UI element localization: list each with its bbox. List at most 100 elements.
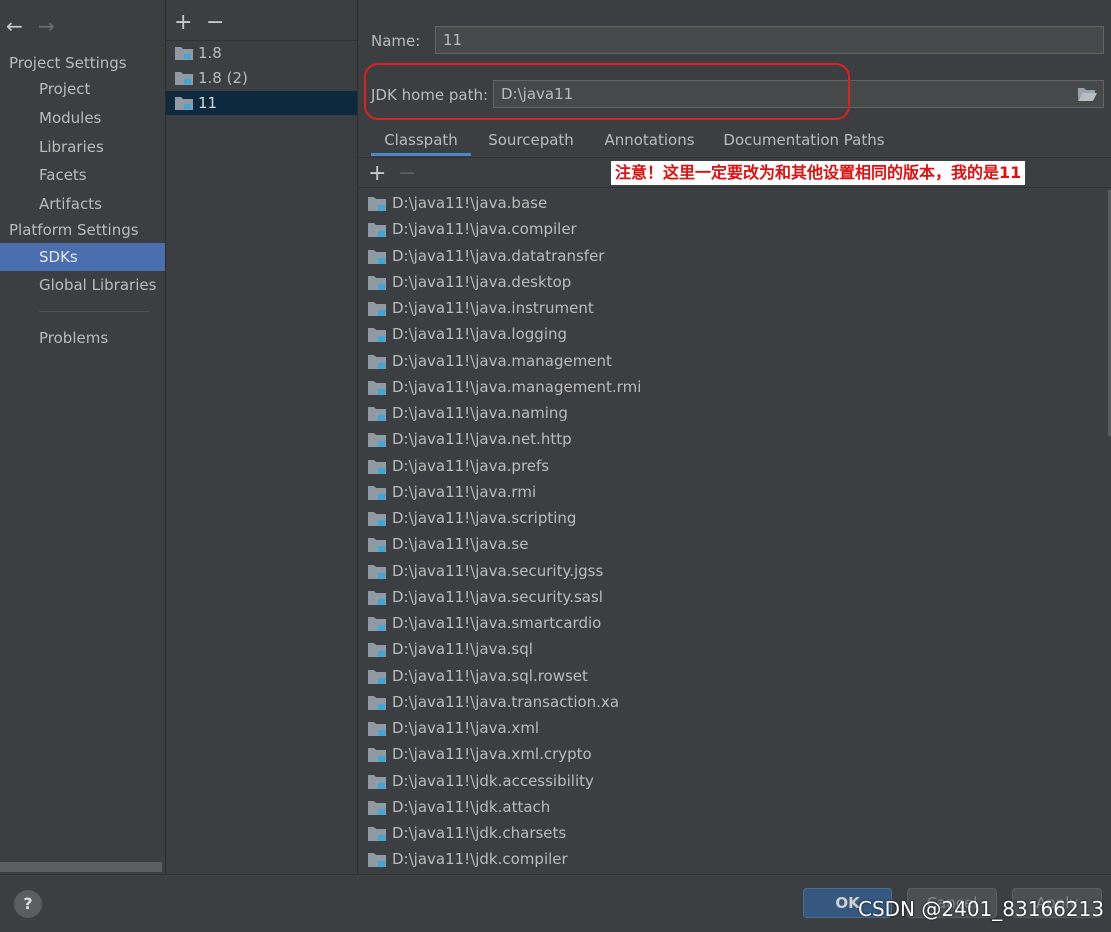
classpath-row[interactable]: D:\java11!\java.management.rmi	[367, 374, 641, 400]
jdk-home-path-field[interactable]	[493, 80, 1104, 108]
tab-annotations[interactable]: Annotations	[597, 129, 702, 156]
classpath-row-label: D:\java11!\java.desktop	[392, 273, 572, 291]
remove-sdk-button[interactable]: −	[206, 12, 224, 34]
cancel-button[interactable]: Cancel	[907, 888, 997, 918]
sidebar-item-project[interactable]: Project	[0, 75, 165, 103]
module-folder-icon	[368, 538, 386, 552]
apply-button[interactable]: Apply	[1012, 888, 1102, 918]
sidebar-item-artifacts[interactable]: Artifacts	[0, 190, 165, 218]
classpath-row[interactable]: D:\java11!\java.xml	[367, 715, 539, 741]
classpath-row[interactable]: D:\java11!\java.compiler	[367, 216, 577, 242]
module-folder-icon	[368, 433, 386, 447]
sidebar-item-modules[interactable]: Modules	[0, 104, 165, 132]
module-folder-icon	[368, 801, 386, 815]
classpath-row-label: D:\java11!\java.base	[392, 194, 548, 212]
name-label: Name:	[371, 32, 421, 50]
sidebar-item-problems[interactable]: Problems	[0, 324, 165, 352]
column-divider	[357, 0, 358, 874]
classpath-row[interactable]: D:\java11!\jdk.compiler	[367, 846, 568, 872]
sdk-item[interactable]: 1.8 (2)	[166, 66, 357, 90]
arrow-left-icon[interactable]: ←	[6, 16, 23, 36]
add-classpath-button[interactable]: +	[368, 161, 386, 186]
classpath-row-label: D:\java11!\java.instrument	[392, 299, 594, 317]
module-folder-icon	[368, 748, 386, 762]
classpath-row[interactable]: D:\java11!\java.logging	[367, 321, 567, 347]
classpath-row[interactable]: D:\java11!\java.se	[367, 531, 528, 557]
classpath-row-label: D:\java11!\java.rmi	[392, 483, 537, 501]
classpath-row[interactable]: D:\java11!\java.xml.crypto	[367, 741, 592, 767]
classpath-row[interactable]: D:\java11!\java.desktop	[367, 269, 571, 295]
classpath-row-label: D:\java11!\java.net.http	[392, 430, 572, 448]
module-folder-icon	[368, 670, 386, 684]
sdk-item-selected[interactable]: 11	[166, 91, 357, 115]
classpath-toolbar-divider	[358, 187, 1111, 188]
classpath-row[interactable]: D:\java11!\java.sql	[367, 636, 533, 662]
classpath-row[interactable]: D:\java11!\java.prefs	[367, 453, 549, 479]
arrow-right-icon[interactable]: →	[38, 16, 55, 36]
name-field[interactable]	[435, 26, 1104, 54]
module-folder-icon	[368, 722, 386, 736]
module-folder-icon	[368, 643, 386, 657]
classpath-row-label: D:\java11!\java.sql.rowset	[392, 667, 588, 685]
platform-settings-header: Platform Settings	[9, 221, 139, 239]
classpath-row-label: D:\java11!\java.smartcardio	[392, 614, 602, 632]
classpath-row-label: D:\java11!\java.transaction.xa	[392, 693, 620, 711]
classpath-row[interactable]: D:\java11!\java.datatransfer	[367, 243, 604, 269]
module-folder-icon	[368, 512, 386, 526]
classpath-row-label: D:\java11!\java.sql	[392, 640, 533, 658]
classpath-row-label: D:\java11!\java.security.jgss	[392, 562, 604, 580]
classpath-row-label: D:\java11!\java.logging	[392, 325, 568, 343]
classpath-row-label: D:\java11!\java.xml	[392, 719, 540, 737]
classpath-row-label: D:\java11!\java.prefs	[392, 457, 550, 475]
classpath-row[interactable]: D:\java11!\java.transaction.xa	[367, 689, 619, 715]
sidebar-horizontal-scrollbar[interactable]	[0, 862, 162, 872]
module-folder-icon	[368, 302, 386, 316]
classpath-row[interactable]: D:\java11!\java.instrument	[367, 295, 594, 321]
folder-open-icon[interactable]	[1077, 86, 1097, 102]
ok-button[interactable]: OK	[803, 888, 892, 918]
classpath-row[interactable]: D:\java11!\java.sql.rowset	[367, 663, 588, 689]
module-folder-icon	[368, 197, 386, 211]
classpath-row-label: D:\java11!\java.compiler	[392, 220, 577, 238]
module-folder-icon	[368, 775, 386, 789]
classpath-row[interactable]: D:\java11!\java.security.jgss	[367, 558, 603, 584]
sidebar-item-global-libraries[interactable]: Global Libraries	[0, 271, 165, 299]
module-folder-icon	[368, 223, 386, 237]
classpath-row[interactable]: D:\java11!\java.base	[367, 190, 547, 216]
module-folder-icon	[368, 250, 386, 264]
tab-classpath[interactable]: Classpath	[371, 129, 471, 156]
classpath-row-label: D:\java11!\java.se	[392, 535, 529, 553]
module-folder-icon	[368, 460, 386, 474]
classpath-row-label: D:\java11!\jdk.compiler	[392, 850, 568, 868]
jdk-folder-icon	[175, 97, 193, 110]
remove-classpath-button[interactable]: −	[398, 161, 416, 186]
sidebar-item-libraries[interactable]: Libraries	[0, 133, 165, 161]
add-sdk-button[interactable]: +	[174, 12, 192, 34]
settings-sidebar: ← → Project Settings Project Modules Lib…	[0, 0, 165, 874]
jdk-home-path-label: JDK home path:	[371, 86, 489, 104]
classpath-row[interactable]: D:\java11!\java.scripting	[367, 505, 576, 531]
annotation-note: 注意！这里一定要改为和其他设置相同的版本，我的是11	[611, 161, 1026, 185]
sdk-list-pane: + − 1.8 1.8 (2) 11	[166, 0, 357, 874]
module-folder-icon	[368, 355, 386, 369]
classpath-row[interactable]: D:\java11!\java.management	[367, 348, 612, 374]
tab-documentation-paths[interactable]: Documentation Paths	[718, 129, 890, 156]
classpath-row[interactable]: D:\java11!\jdk.charsets	[367, 820, 566, 846]
classpath-row-label: D:\java11!\java.datatransfer	[392, 247, 605, 265]
sidebar-item-sdks[interactable]: SDKs	[0, 243, 165, 271]
classpath-row[interactable]: D:\java11!\java.rmi	[367, 479, 536, 505]
classpath-row[interactable]: D:\java11!\java.net.http	[367, 426, 572, 452]
classpath-row[interactable]: D:\java11!\jdk.attach	[367, 794, 550, 820]
module-folder-icon	[368, 565, 386, 579]
tab-sourcepath[interactable]: Sourcepath	[482, 129, 580, 156]
classpath-row[interactable]: D:\java11!\java.naming	[367, 400, 568, 426]
classpath-row[interactable]: D:\java11!\java.smartcardio	[367, 610, 601, 636]
module-folder-icon	[368, 853, 386, 867]
help-button[interactable]: ?	[14, 890, 42, 918]
jdk-folder-icon	[175, 47, 193, 60]
module-folder-icon	[368, 696, 386, 710]
sidebar-item-facets[interactable]: Facets	[0, 161, 165, 189]
classpath-row[interactable]: D:\java11!\jdk.accessibility	[367, 768, 594, 794]
classpath-row[interactable]: D:\java11!\java.security.sasl	[367, 584, 603, 610]
sdk-item[interactable]: 1.8	[166, 41, 357, 65]
